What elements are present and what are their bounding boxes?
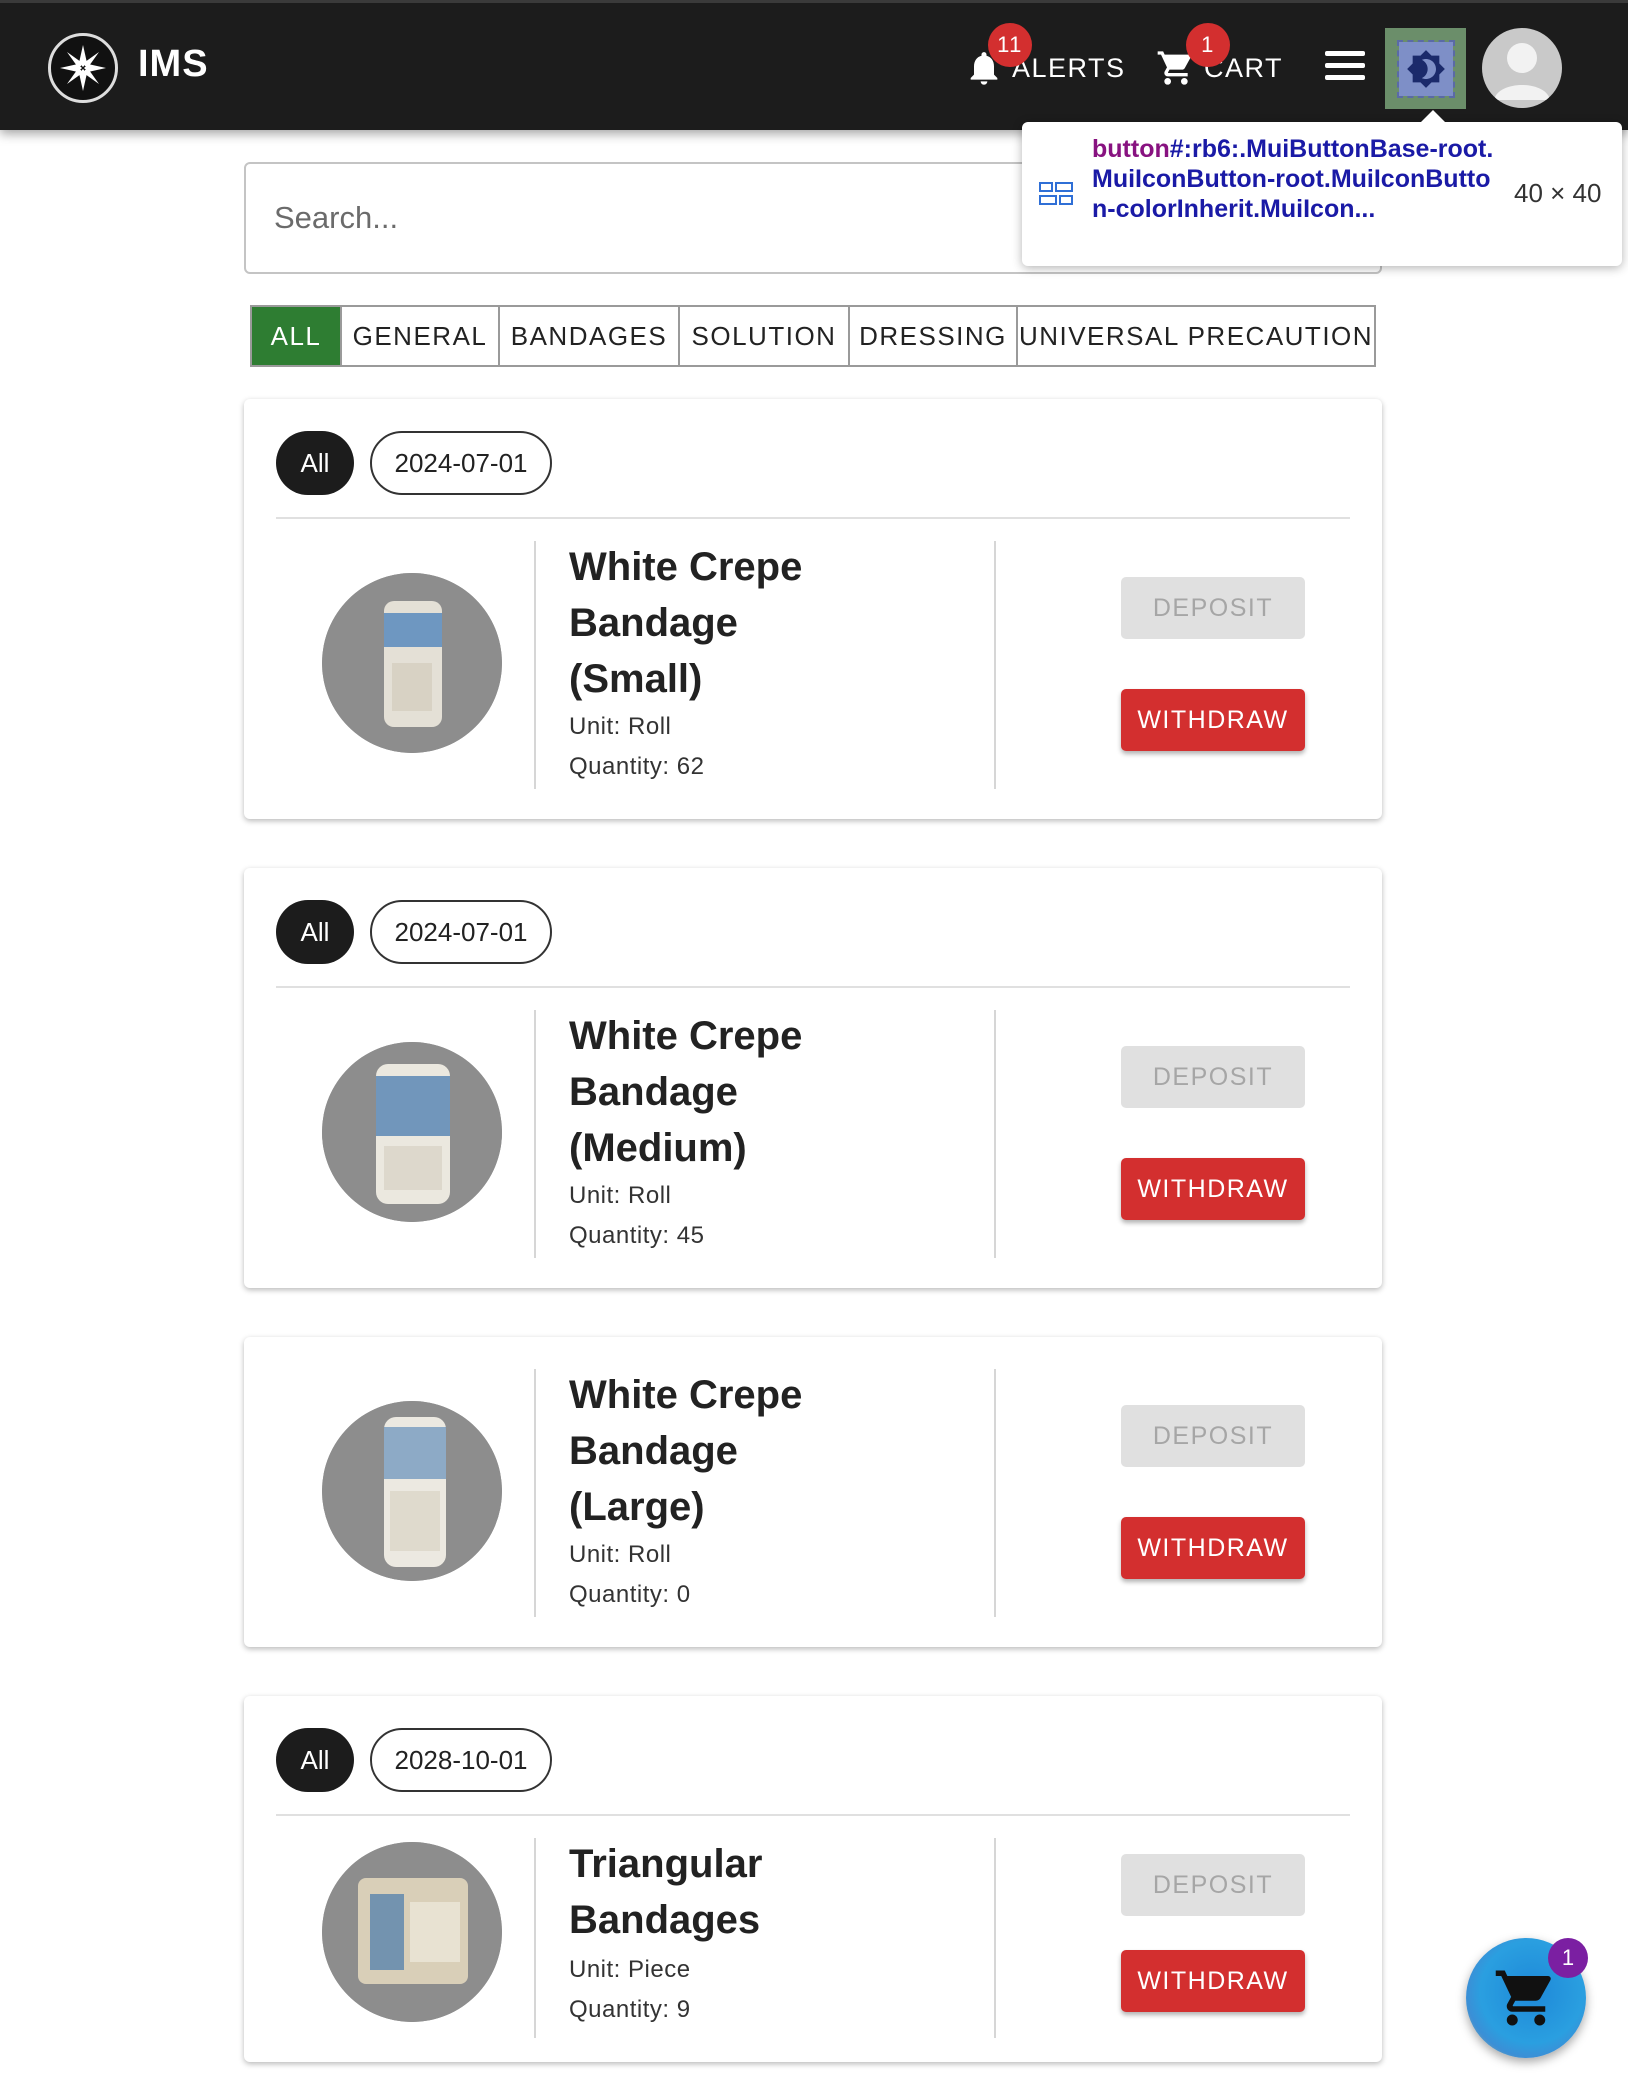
filter-general[interactable]: GENERAL xyxy=(342,307,500,365)
category-filter-tabs: ALL GENERAL BANDAGES SOLUTION DRESSING U… xyxy=(250,305,1376,367)
filter-bandages[interactable]: BANDAGES xyxy=(500,307,680,365)
fab-cart-icon xyxy=(1495,1970,1551,2026)
withdraw-button[interactable]: WITHDRAW xyxy=(1121,1158,1305,1220)
chip-all[interactable]: All xyxy=(276,431,354,495)
product-image xyxy=(322,573,502,753)
brand-title: IMS xyxy=(138,43,209,85)
item-unit: Unit: Roll xyxy=(569,1541,672,1568)
divider xyxy=(994,541,996,789)
product-image xyxy=(322,1842,502,2022)
item-unit: Unit: Piece xyxy=(569,1956,691,1983)
item-title: White Crepe Bandage (Large) xyxy=(569,1373,803,1529)
divider xyxy=(534,541,536,789)
item-title: White Crepe Bandage (Small) xyxy=(569,545,803,701)
product-image xyxy=(322,1401,502,1581)
filter-all[interactable]: ALL xyxy=(252,307,342,365)
deposit-button[interactable]: DEPOSIT xyxy=(1121,1405,1305,1467)
chip-all[interactable]: All xyxy=(276,1728,354,1792)
alerts-badge: 11 xyxy=(988,23,1032,67)
item-card: White Crepe Bandage (Large) Unit: Roll Q… xyxy=(244,1337,1382,1647)
item-card: All 2028-10-01 Triangular Bandages Unit:… xyxy=(244,1696,1382,2062)
devtools-size: 40 × 40 xyxy=(1514,178,1602,208)
item-card: All 2024-07-01 White Crepe Bandage (Smal… xyxy=(244,399,1382,819)
theme-toggle-button[interactable] xyxy=(1385,28,1466,109)
divider xyxy=(276,986,1350,988)
chip-date[interactable]: 2024-07-01 xyxy=(370,900,552,964)
withdraw-button[interactable]: WITHDRAW xyxy=(1121,1517,1305,1579)
divider xyxy=(276,1814,1350,1816)
deposit-button[interactable]: DEPOSIT xyxy=(1121,1046,1305,1108)
divider xyxy=(994,1369,996,1617)
deposit-button[interactable]: DEPOSIT xyxy=(1121,1854,1305,1916)
devtools-selector: button#:rb6:.MuiButtonBase-root.MuiIconB… xyxy=(1092,135,1494,223)
withdraw-button[interactable]: WITHDRAW xyxy=(1121,1950,1305,2012)
divider xyxy=(534,1010,536,1258)
filter-solution[interactable]: SOLUTION xyxy=(680,307,850,365)
item-title: White Crepe Bandage (Medium) xyxy=(569,1014,803,1170)
item-quantity: Quantity: 9 xyxy=(569,1996,691,2023)
divider xyxy=(534,1838,536,2038)
filter-dressing[interactable]: DRESSING xyxy=(850,307,1018,365)
avatar-icon xyxy=(1494,43,1550,100)
item-unit: Unit: Roll xyxy=(569,1182,672,1209)
element-grid-icon xyxy=(1039,182,1073,205)
logo-cross-icon[interactable] xyxy=(48,33,118,103)
chip-all[interactable]: All xyxy=(276,900,354,964)
avatar[interactable] xyxy=(1482,28,1562,108)
menu-icon[interactable] xyxy=(1325,51,1365,87)
withdraw-button[interactable]: WITHDRAW xyxy=(1121,689,1305,751)
cart-badge: 1 xyxy=(1186,23,1230,67)
item-title: Triangular Bandages xyxy=(569,1842,763,1942)
alerts-button[interactable]: ALERTS 11 xyxy=(964,23,1126,91)
floating-cart-button[interactable]: 1 xyxy=(1466,1938,1588,2058)
item-quantity: Quantity: 45 xyxy=(569,1222,705,1249)
alerts-label: ALERTS xyxy=(1012,52,1126,83)
cart-button[interactable]: CART 1 xyxy=(1156,23,1283,91)
chip-date[interactable]: 2024-07-01 xyxy=(370,431,552,495)
deposit-button[interactable]: DEPOSIT xyxy=(1121,577,1305,639)
item-quantity: Quantity: 0 xyxy=(569,1581,691,1608)
divider xyxy=(276,517,1350,519)
item-quantity: Quantity: 62 xyxy=(569,753,705,780)
item-card: All 2024-07-01 White Crepe Bandage (Medi… xyxy=(244,868,1382,1288)
divider xyxy=(994,1010,996,1258)
product-image xyxy=(322,1042,502,1222)
chip-date[interactable]: 2028-10-01 xyxy=(370,1728,552,1792)
item-unit: Unit: Roll xyxy=(569,713,672,740)
fab-badge: 1 xyxy=(1548,1938,1588,1978)
theme-toggle-icon xyxy=(1396,39,1455,98)
filter-universal-precaution[interactable]: UNIVERSAL PRECAUTION xyxy=(1018,307,1374,365)
divider xyxy=(994,1838,996,2038)
divider xyxy=(534,1369,536,1617)
app-bar: IMS ALERTS 11 CART 1 xyxy=(0,0,1628,130)
devtools-tooltip: button#:rb6:.MuiButtonBase-root.MuiIconB… xyxy=(1022,110,1622,266)
